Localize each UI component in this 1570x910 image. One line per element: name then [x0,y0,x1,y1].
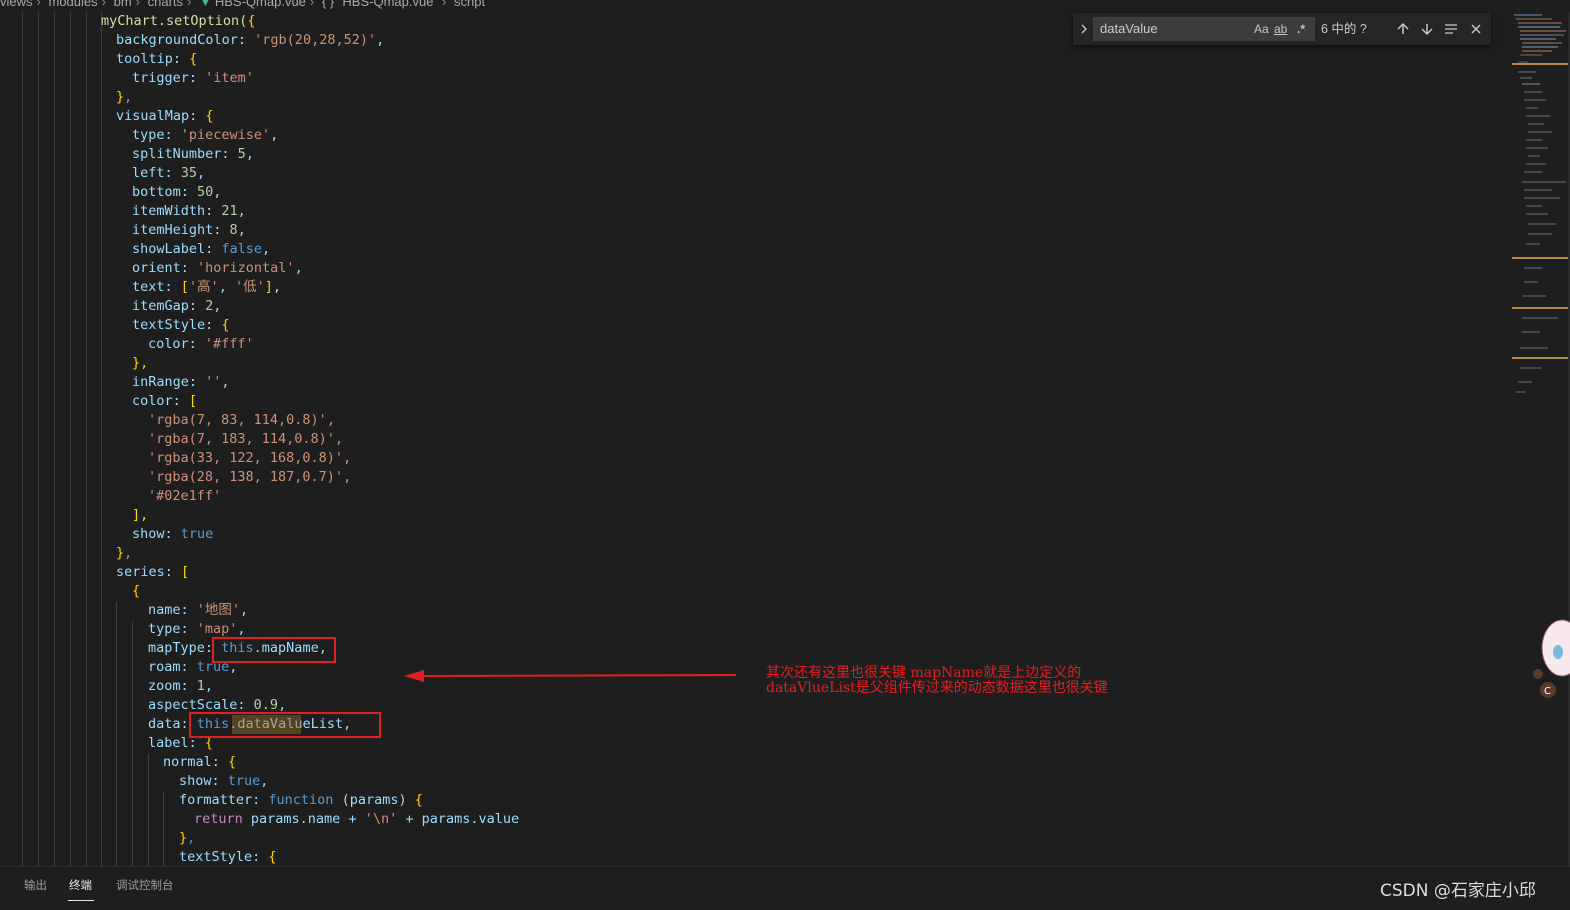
breadcrumb-separator: › [101,0,106,9]
code-line-45: textStyle: { [179,849,277,865]
find-in-selection-icon[interactable] [1441,19,1461,39]
code-line-14: orient: 'horizontal', [132,260,303,276]
arrow-up-icon[interactable] [1393,19,1413,39]
code-line-7: type: 'piecewise', [132,127,279,143]
annotation-text: 其次还有这里也很关键 mapName就是上边定义的 dataVlueList是父… [766,666,1186,696]
tab-terminal[interactable]: 终端 [69,879,92,893]
code-line-31: { [132,583,141,599]
code-line-41: show: true, [179,773,269,789]
code-line-2: backgroundColor: 'rgb(20,28,52)', [116,32,385,48]
code-line-15: text: ['高', '低'], [132,279,281,295]
find-widget: dataValue Aa ab .* 6 中的 ? [1073,13,1491,45]
tab-output[interactable]: 输出 [24,879,47,893]
breadcrumb-separator: › [135,0,140,9]
code-line-22: 'rgba(7, 83, 114,0.8)', [148,412,335,428]
code-line-8: splitNumber: 5, [132,146,254,162]
code-editor[interactable]: myChart.setOption({ backgroundColor: 'rg… [0,12,1510,866]
breadcrumb-item-module[interactable]: { } "HBS-Qmap.vue" [322,0,438,9]
code-line-25: 'rgba(28, 138, 187,0.7)', [148,469,352,485]
code-line-5: }, [116,89,133,105]
toggle-replace-icon[interactable] [1079,21,1091,37]
code-line-23: 'rgba(7, 183, 114,0.8)', [148,431,344,447]
breadcrumb-item-views[interactable]: views [0,0,33,9]
breadcrumb-item-charts[interactable]: charts [148,0,183,9]
code-line-3: tooltip: { [116,51,198,67]
match-whole-word-icon[interactable]: ab [1274,21,1287,37]
code-line-40: normal: { [163,754,237,770]
match-case-icon[interactable]: Aa [1254,21,1269,37]
annotation-box-mapname [212,637,336,663]
breadcrumb-separator: › [309,0,315,9]
code-line-4: trigger: 'item' [132,70,254,86]
code-line-28: show: true [132,526,214,542]
code-line-19: }, [132,355,149,371]
code-line-13: showLabel: false, [132,241,271,257]
code-line-24: 'rgba(33, 122, 168,0.8)', [148,450,352,466]
arrow-down-icon[interactable] [1417,19,1437,39]
code-line-36: zoom: 1, [148,678,214,694]
annotation-line-1: 其次还有这里也很关键 mapName就是上边定义的 [766,665,1082,681]
code-line-42: formatter: function (params) { [179,792,423,808]
annotation-arrow [404,670,737,682]
code-line-26: '#02e1ff' [148,488,222,504]
breadcrumb-item-modules[interactable]: modules [48,0,97,9]
breadcrumb-separator: › [36,0,41,9]
code-line-29: }, [116,545,133,561]
use-regex-icon[interactable]: .* [1297,21,1305,37]
code-line-1: myChart.setOption({ [101,13,256,29]
annotation-line-2: dataVlueList是父组件传过来的动态数据这里也很关键 [766,680,1108,696]
code-line-32: name: '地图', [148,602,249,618]
code-line-9: left: 35, [132,165,206,181]
active-tab-indicator [68,900,94,901]
breadcrumb-separator: › [187,0,192,9]
breadcrumb-separator: › [442,0,447,9]
vue-file-icon: ▼ [199,0,212,9]
code-line-12: itemHeight: 8, [132,222,246,238]
tab-debug-console[interactable]: 调试控制台 [116,879,174,893]
mascot-sticker-icon: C [1533,619,1570,698]
breadcrumb-item-file[interactable]: HBS-Qmap.vue [215,0,306,9]
find-result-count: 6 中的 ? [1321,22,1367,36]
code-line-20: inRange: '', [132,374,230,390]
breadcrumb-item-bm[interactable]: bm [114,0,132,9]
code-line-18: color: '#fff' [148,336,254,352]
breadcrumb: views › modules › bm › charts › ▼ HBS-Qmap.vu… [0,0,1070,12]
breadcrumb-item-script[interactable]: script [454,0,485,9]
minimap[interactable] [1512,12,1568,512]
code-line-21: color: [ [132,393,198,409]
annotation-box-datavaluelist [189,712,381,738]
bottom-panel: 输出 终端 调试控制台 [0,866,1570,910]
code-line-11: itemWidth: 21, [132,203,246,219]
code-line-44: }, [179,830,196,846]
code-line-27: ], [132,507,149,523]
watermark: CSDN @石家庄小邱 [1380,881,1536,901]
code-line-10: bottom: 50, [132,184,222,200]
close-icon[interactable] [1466,19,1486,39]
code-line-16: itemGap: 2, [132,298,222,314]
svg-text:C: C [1544,686,1551,697]
code-line-17: textStyle: { [132,317,230,333]
code-line-43: return params.name + '\n' + params.value [194,811,520,827]
code-line-30: series: [ [116,564,190,580]
code-line-6: visualMap: { [116,108,214,124]
